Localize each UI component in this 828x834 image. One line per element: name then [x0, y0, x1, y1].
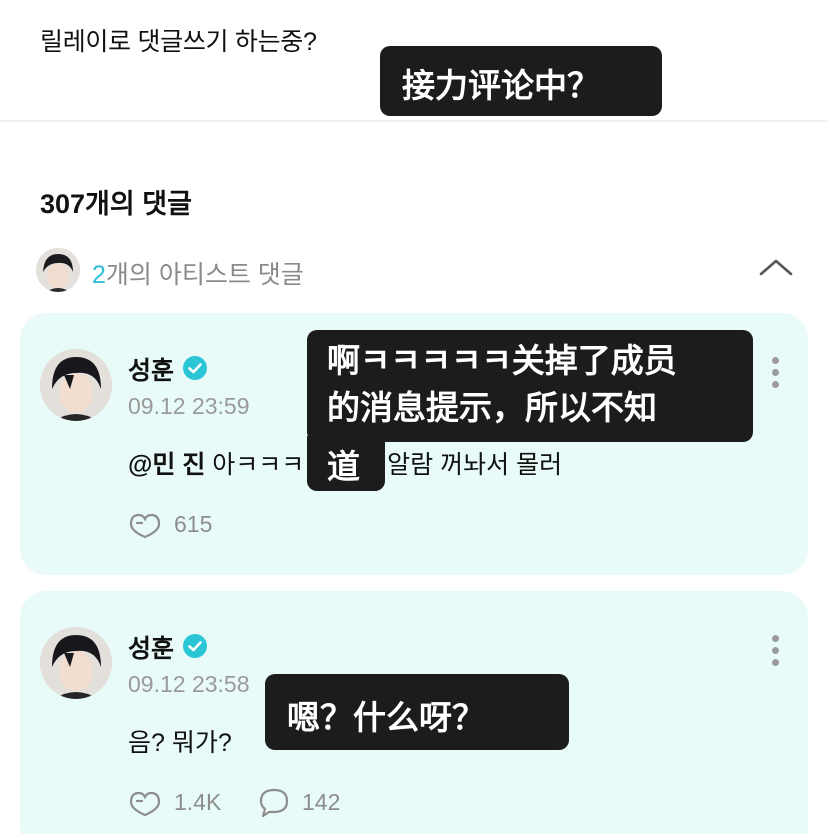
- artist-comment-count: 2: [92, 261, 106, 289]
- comment-author[interactable]: 성훈: [128, 629, 174, 665]
- more-vertical-icon[interactable]: [770, 635, 780, 669]
- mention[interactable]: @민 진: [128, 451, 205, 479]
- like-icon: [129, 791, 161, 817]
- comment-body: 음? 뭐가?: [128, 729, 232, 757]
- like-count: 615: [174, 510, 213, 537]
- comment-timestamp: 09.12 23:59: [128, 393, 250, 419]
- like-icon: [129, 513, 161, 539]
- like-count: 1.4K: [174, 788, 222, 815]
- reply-count: 142: [302, 788, 341, 815]
- verified-badge-icon: [182, 355, 208, 381]
- more-vertical-icon[interactable]: [770, 357, 780, 391]
- translation-caption: 嗯？什么呀？: [265, 674, 569, 750]
- caption-line: 道: [307, 436, 385, 491]
- comment-author[interactable]: 성훈: [128, 351, 174, 387]
- translation-caption: 接力评论中？: [380, 46, 662, 116]
- artist-comments-text: 개의 아티스트 댓글: [105, 261, 304, 289]
- reply-icon: [259, 788, 289, 817]
- artist-comments-toggle[interactable]: 2개의 아티스트 댓글: [36, 246, 796, 292]
- verified-badge-icon: [182, 633, 208, 659]
- post-text: 릴레이로 댓글쓰기 하는중?: [40, 28, 317, 56]
- avatar[interactable]: [40, 627, 112, 699]
- artist-comments-label: 2개의 아티스트 댓글: [92, 255, 304, 291]
- comment-body: 아ㅋㅋㅋ 멤버들 알람 꺼놔서 몰러: [212, 451, 563, 479]
- caption-line: 啊ㅋㅋㅋㅋㅋ关掉了成员: [327, 341, 677, 380]
- like-button[interactable]: 615: [128, 509, 212, 539]
- reply-button[interactable]: 142: [258, 787, 340, 817]
- avatar[interactable]: [40, 349, 112, 421]
- translation-caption: 啊ㅋㅋㅋㅋㅋ关掉了成员 的消息提示，所以不知: [307, 330, 753, 442]
- chevron-up-icon[interactable]: [756, 250, 796, 286]
- divider: [0, 120, 828, 122]
- like-button[interactable]: 1.4K: [128, 787, 221, 817]
- comment-count-title: 307개의 댓글: [40, 189, 192, 219]
- artist-avatar: [36, 248, 80, 292]
- comment-timestamp: 09.12 23:58: [128, 671, 250, 697]
- caption-line: 的消息提示，所以不知: [327, 388, 657, 427]
